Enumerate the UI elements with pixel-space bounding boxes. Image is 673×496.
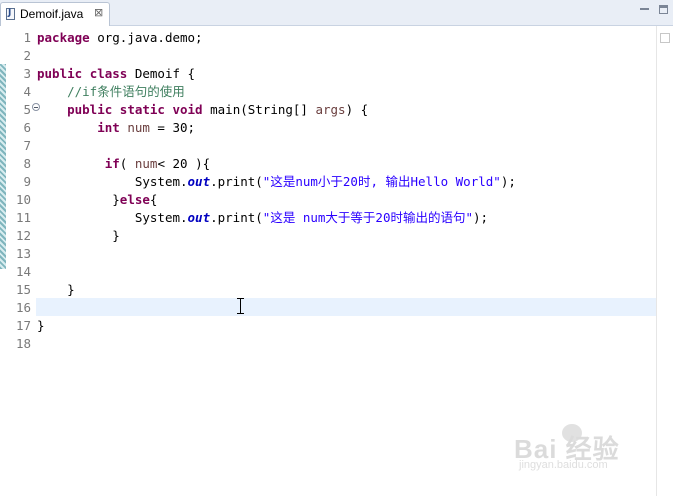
line-number: 12 [15, 228, 31, 243]
tab-demoif-java[interactable]: J Demoif.java ⊠ [0, 2, 110, 26]
static-field: out [187, 174, 211, 189]
line-number: 18 [15, 336, 31, 351]
keyword: class [89, 66, 128, 81]
code-text: } [112, 192, 120, 207]
line-number: 2 [23, 48, 31, 63]
maximize-icon[interactable] [659, 5, 668, 14]
code-text: System. [134, 174, 188, 189]
code-text: System. [134, 210, 188, 225]
code-text: ); [473, 210, 489, 225]
code-line-10: }else{ [37, 191, 157, 209]
watermark-url: jingyan.baidu.com [519, 459, 608, 471]
code-line-8: if( num< 20 ){ [37, 155, 210, 173]
baidu-watermark: Bai 经验 jingyan.baidu.com [514, 421, 639, 471]
code-line-5: public static void main(String[] args) { [37, 101, 368, 119]
static-field: out [187, 210, 211, 225]
parameter: args [315, 102, 346, 117]
code-line-1: package org.java.demo; [37, 29, 203, 47]
code-line-11: System.out.print("这是 num大于等于20时输出的语句"); [37, 209, 488, 227]
line-number: 5 [23, 102, 31, 117]
code-text: .print( [210, 210, 263, 225]
line-number: 14 [15, 264, 31, 279]
keyword: void [172, 102, 203, 117]
code-line-4: //if条件语句的使用 [37, 83, 185, 101]
keyword: else [119, 192, 150, 207]
line-number-gutter: 1 2 3 4 5 6 7 8 9 10 11 12 13 14 15 16 1… [6, 26, 40, 496]
keyword: public [67, 102, 113, 117]
line-number: 1 [23, 30, 31, 45]
keyword: public [37, 66, 83, 81]
line-number: 6 [23, 120, 31, 135]
keyword: package [37, 30, 90, 45]
code-text: ); [500, 174, 516, 189]
code-line-9: System.out.print("这是num小于20时, 输出Hello Wo… [37, 173, 516, 191]
comment: //if条件语句的使用 [67, 84, 185, 99]
keyword: int [97, 120, 120, 135]
code-text: ( [119, 156, 135, 171]
line-number: 15 [15, 282, 31, 297]
line-number: 17 [15, 318, 31, 333]
line-number: 16 [15, 300, 31, 315]
line-number: 3 [23, 66, 31, 81]
code-text: Demoif { [127, 66, 196, 81]
code-line-12: } [37, 228, 120, 243]
tab-title: Demoif.java [20, 7, 84, 21]
line-number: 11 [15, 210, 31, 225]
code-text: org.java.demo; [89, 30, 203, 45]
vertical-scrollbar[interactable] [656, 26, 673, 496]
java-file-icon: J [6, 8, 15, 20]
string-literal: "这是num小于20时, 输出Hello World" [262, 174, 501, 189]
line-number: 9 [23, 174, 31, 189]
code-line-6: int num = 30; [37, 119, 195, 137]
code-text: .print( [210, 174, 263, 189]
keyword: if [104, 156, 120, 171]
keyword: static [119, 102, 165, 117]
string-literal: "这是 num大于等于20时输出的语句" [262, 210, 474, 225]
code-text: { [149, 192, 158, 207]
current-line-highlight [36, 298, 656, 316]
variable: num [134, 156, 158, 171]
editor-tab-bar: J Demoif.java ⊠ [0, 0, 673, 26]
close-icon[interactable]: ⊠ [94, 6, 103, 19]
line-number: 4 [23, 84, 31, 99]
code-text: main(String[] [202, 102, 316, 117]
code-text: ) { [345, 102, 369, 117]
minimize-icon[interactable] [639, 4, 650, 14]
text-cursor-icon [236, 297, 245, 315]
scroll-thumb[interactable] [660, 33, 670, 43]
line-number: 7 [23, 138, 31, 153]
code-line-15: } [37, 282, 75, 297]
line-number: 13 [15, 246, 31, 261]
variable: num [127, 120, 150, 135]
code-text: = 30; [149, 120, 196, 135]
code-line-3: public class Demoif { [37, 65, 195, 83]
code-line-17: } [37, 318, 45, 333]
line-number: 8 [23, 156, 31, 171]
code-text: < 20 ){ [157, 156, 211, 171]
line-number: 10 [15, 192, 31, 207]
